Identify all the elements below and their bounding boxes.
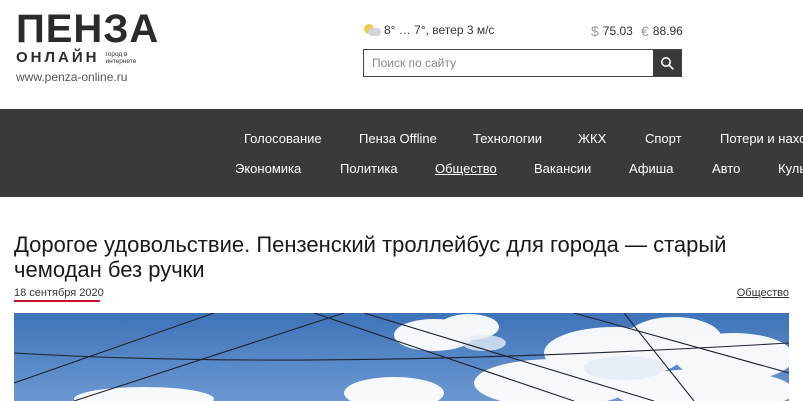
logo-url: www.penza-online.ru [16,70,128,84]
search-input[interactable] [364,50,653,76]
logo-slogan: город в интернете [105,51,137,65]
nav-item-economy[interactable]: Экономика [235,161,301,176]
article-hero-image [14,313,789,401]
search-bar [363,49,682,77]
nav-item-auto[interactable]: Авто [712,161,740,176]
nav-item-afisha[interactable]: Афиша [629,161,673,176]
nav-item-society[interactable]: Общество [435,161,497,176]
search-button[interactable] [653,50,681,76]
sky-photo [14,313,789,401]
euro-icon: € [641,23,649,39]
nav-item-politics[interactable]: Политика [340,161,398,176]
nav-item-jobs[interactable]: Вакансии [534,161,591,176]
site-logo[interactable]: ПЕНЗА ОНЛАЙН город в интернете www.penza… [16,7,160,84]
article-date: 18 сентября 2020 [14,287,104,299]
nav-item-technology[interactable]: Технологии [473,131,542,146]
date-underline [14,300,100,302]
partly-cloudy-icon [364,23,381,37]
logo-title: ПЕНЗА [16,7,160,51]
weather-text: 8° … 7°, ветер 3 м/с [384,23,495,37]
usd-value: 75.03 [602,24,633,38]
nav-item-penza-offline[interactable]: Пенза Offline [359,131,437,146]
nav-item-voting[interactable]: Голосование [244,131,322,146]
article-title: Дорогое удовольствие. Пензенский троллей… [14,232,727,282]
nav-item-sport[interactable]: Спорт [645,131,682,146]
eur-rate: € 88.96 [641,23,683,39]
eur-value: 88.96 [652,24,683,38]
nav-item-lost-found[interactable]: Потери и находки [720,131,803,146]
article-category-link[interactable]: Общество [737,287,789,299]
weather-widget: 8° … 7°, ветер 3 м/с [364,23,494,37]
logo-subtitle: ОНЛАЙН [16,49,100,66]
dollar-icon: $ [591,23,599,39]
main-nav: Голосование Пенза Offline Технологии ЖКХ… [0,109,803,197]
nav-item-housing[interactable]: ЖКХ [578,131,606,146]
nav-item-culture[interactable]: Культура [778,161,803,176]
usd-rate: $ 75.03 [591,23,633,39]
search-icon [661,57,674,70]
